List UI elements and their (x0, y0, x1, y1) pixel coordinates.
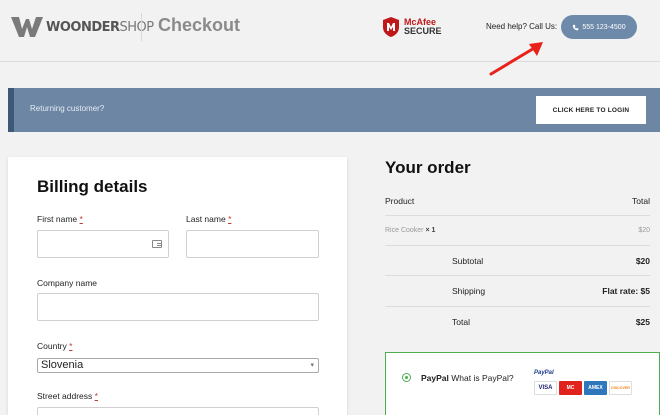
subtotal-row: Subtotal $20 (385, 246, 650, 276)
country-value: Slovenia (41, 359, 84, 371)
store-logo[interactable]: WOONDERSHOP (10, 15, 154, 39)
street-address-label: Street address * (37, 391, 98, 401)
first-name-label: First name * (37, 214, 83, 224)
returning-customer-text: Returning customer? (30, 104, 105, 113)
billing-title: Billing details (37, 177, 148, 196)
country-label: Country * (37, 341, 73, 351)
mastercard-card-icon: MC (559, 381, 582, 395)
secure-label: SECURE (404, 26, 442, 36)
total-column-header: Total (632, 196, 650, 206)
phone-number: 555 123-4500 (582, 23, 626, 31)
last-name-label: Last name * (186, 214, 232, 224)
total-value: $25 (635, 317, 650, 327)
chevron-down-icon: ▾ (310, 362, 314, 369)
order-header-row: Product Total (385, 188, 650, 216)
item-total: $20 (638, 227, 650, 234)
billing-card: Billing details First name * Last name *… (8, 157, 347, 415)
total-label: Total (452, 317, 470, 327)
what-is-paypal-link[interactable]: What is PayPal? (451, 373, 513, 383)
country-select[interactable]: Slovenia ▾ (37, 358, 319, 373)
woo-logo-icon (11, 17, 43, 37)
street-address-field[interactable] (37, 407, 319, 415)
page-title: Checkout (158, 15, 241, 35)
paypal-option-label[interactable]: PayPal What is PayPal? (421, 373, 514, 383)
mcafee-secure-badge: McAfee SECURE (382, 16, 442, 38)
phone-icon (573, 24, 579, 30)
amex-card-icon: AMEX (584, 381, 607, 395)
order-item-row: Rice Cooker × 1 $20 (385, 216, 650, 246)
paypal-logo: PayPal (534, 370, 554, 376)
shipping-value: Flat rate: $5 (602, 286, 650, 296)
help-text: Need help? Call Us: (486, 22, 558, 31)
first-name-field[interactable] (37, 230, 169, 258)
annotation-arrow-icon (489, 42, 543, 76)
last-name-field[interactable] (186, 230, 319, 258)
subtotal-label: Subtotal (452, 256, 484, 266)
subtotal-value: $20 (635, 256, 650, 266)
discover-card-icon: DISCOVER (609, 381, 632, 395)
autofill-contact-icon[interactable] (152, 240, 162, 248)
returning-customer-bar: Returning customer? CLICK HERE TO LOGIN (8, 88, 660, 132)
company-name-field[interactable] (37, 293, 319, 321)
logo-text: WOONDERSHOP (46, 19, 154, 35)
visa-card-icon: VISA (534, 381, 557, 395)
product-column-header: Product (385, 196, 415, 206)
paypal-acceptance-logos: PayPal VISA MC AMEX DISCOVER (534, 370, 636, 402)
order-title: Your order (385, 158, 471, 177)
item-name: Rice Cooker × 1 (385, 227, 436, 234)
shipping-row: Shipping Flat rate: $5 (385, 276, 650, 307)
header: WOONDERSHOP Checkout McAfee SECURE Need … (0, 0, 660, 76)
paypal-radio[interactable] (402, 373, 411, 382)
call-phone-button[interactable]: 555 123-4500 (561, 15, 637, 39)
header-divider (141, 13, 142, 41)
shipping-label: Shipping (452, 286, 486, 296)
payment-method-box: PayPal What is PayPal? PayPal VISA MC AM… (385, 352, 660, 415)
login-button[interactable]: CLICK HERE TO LOGIN (536, 96, 646, 124)
company-name-label: Company name (37, 278, 98, 288)
total-row: Total $25 (385, 307, 650, 338)
mcafee-shield-icon (383, 17, 399, 37)
